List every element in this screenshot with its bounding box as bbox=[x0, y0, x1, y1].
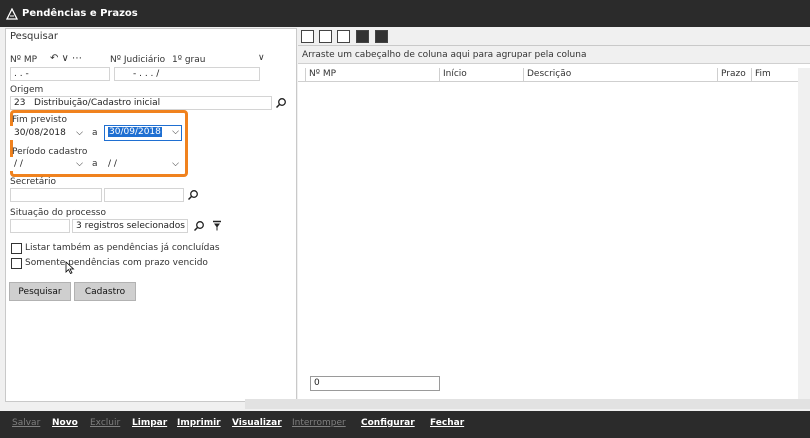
situacao-value[interactable]: 3 registros selecionados bbox=[72, 219, 188, 233]
mouse-cursor-icon bbox=[65, 261, 75, 275]
situacao-search-icon[interactable] bbox=[193, 220, 205, 232]
vertical-scrollbar[interactable] bbox=[798, 68, 810, 400]
results-panel: Arraste um cabeçalho de coluna aqui para… bbox=[298, 28, 810, 400]
origem-label: Origem bbox=[10, 85, 44, 95]
search-section-title: Pesquisar bbox=[10, 31, 58, 42]
grid-toolbar bbox=[298, 28, 810, 46]
fim-previsto-to[interactable]: 30/09/2018 ⌵ bbox=[104, 125, 182, 141]
nmp-tools[interactable]: ↶ ∨ ⋯ bbox=[50, 53, 82, 64]
column-header-prazo[interactable]: Prazo bbox=[718, 68, 752, 81]
cadastro-button[interactable]: Cadastro bbox=[74, 282, 136, 301]
chevron-down-icon[interactable]: ⌵ bbox=[172, 159, 179, 170]
periodo-to-value: / / bbox=[108, 159, 117, 169]
title-bar: Pendências e Prazos bbox=[0, 0, 810, 27]
column-header-inicio[interactable]: Início bbox=[440, 68, 524, 81]
salvar-button[interactable]: Salvar bbox=[12, 418, 40, 428]
main-window: Pendências e Prazos Pesquisar Nº MP ↶ ∨ … bbox=[0, 0, 810, 438]
secretario-code-input[interactable] bbox=[10, 188, 102, 202]
periodo-from-value: / / bbox=[14, 159, 23, 169]
fim-previsto-a: a bbox=[92, 128, 98, 138]
window-title: Pendências e Prazos bbox=[22, 8, 138, 19]
periodo-a: a bbox=[92, 159, 98, 169]
excluir-button[interactable]: Excluir bbox=[90, 418, 120, 428]
nmp-input[interactable]: . . - bbox=[10, 67, 110, 81]
horizontal-scrollbar[interactable] bbox=[245, 399, 810, 409]
grau-chevron-icon[interactable]: ∨ bbox=[258, 53, 265, 63]
imprimir-button[interactable]: Imprimir bbox=[177, 418, 221, 428]
app-icon bbox=[6, 7, 18, 20]
search-panel: Pesquisar Nº MP ↶ ∨ ⋯ . . - Nº Judiciári… bbox=[5, 28, 297, 402]
pesquisar-button[interactable]: Pesquisar bbox=[9, 282, 71, 301]
fim-previsto-label: Fim previsto bbox=[12, 115, 67, 125]
action-toolbar: Salvar Novo Excluir Limpar Imprimir Visu… bbox=[0, 411, 810, 438]
row-indicator-header bbox=[298, 68, 306, 81]
grau-select[interactable]: 1º grau bbox=[172, 55, 205, 65]
chevron-down-icon[interactable]: ⌵ bbox=[76, 159, 83, 170]
header-divider bbox=[298, 81, 810, 82]
visualizar-button[interactable]: Visualizar bbox=[232, 418, 282, 428]
column-header-nmp[interactable]: Nº MP bbox=[306, 68, 440, 81]
origem-value: Distribuição/Cadastro inicial bbox=[34, 98, 161, 108]
clear-filter-icon[interactable] bbox=[212, 220, 222, 232]
limpar-button[interactable]: Limpar bbox=[132, 418, 167, 428]
fim-previsto-from[interactable]: 30/08/2018 ⌵ bbox=[10, 126, 86, 140]
novo-button[interactable]: Novo bbox=[52, 418, 78, 428]
origem-input[interactable]: 23 Distribuição/Cadastro inicial bbox=[10, 96, 272, 110]
group-view-icon[interactable] bbox=[319, 30, 332, 43]
chevron-down-icon[interactable]: ⌵ bbox=[172, 127, 179, 138]
columns-config-icon[interactable] bbox=[375, 30, 388, 43]
secretario-search-icon[interactable] bbox=[187, 189, 199, 201]
periodo-from[interactable]: / / ⌵ bbox=[10, 157, 86, 171]
secretario-name-input[interactable] bbox=[104, 188, 184, 202]
fechar-button[interactable]: Fechar bbox=[430, 418, 464, 428]
periodo-label: Período cadastro bbox=[12, 147, 88, 157]
column-header-fim[interactable]: Fim bbox=[752, 68, 798, 81]
fim-previsto-to-value: 30/09/2018 bbox=[108, 127, 162, 137]
periodo-to[interactable]: / / ⌵ bbox=[104, 157, 182, 171]
situacao-code-input[interactable] bbox=[10, 219, 70, 233]
origem-search-icon[interactable] bbox=[275, 97, 287, 109]
judicial-label: Nº Judiciário bbox=[110, 55, 166, 65]
configurar-button[interactable]: Configurar bbox=[361, 418, 415, 428]
column-header-descricao[interactable]: Descrição bbox=[524, 68, 718, 81]
concluidas-label[interactable]: Listar também as pendências já concluída… bbox=[25, 243, 220, 253]
tree-view-icon[interactable] bbox=[301, 30, 314, 43]
interromper-button[interactable]: Interromper bbox=[292, 418, 346, 428]
table-view-icon[interactable] bbox=[337, 30, 350, 43]
secretario-label: Secretário bbox=[10, 177, 56, 187]
vencido-label[interactable]: Somente pendências com prazo vencido bbox=[25, 258, 208, 268]
group-by-area[interactable]: Arraste um cabeçalho de coluna aqui para… bbox=[298, 46, 810, 64]
concluidas-checkbox[interactable] bbox=[11, 243, 22, 254]
vencido-checkbox[interactable] bbox=[11, 258, 22, 269]
origem-code: 23 bbox=[14, 98, 26, 108]
chevron-down-icon[interactable]: ⌵ bbox=[76, 128, 83, 139]
nmp-label: Nº MP bbox=[10, 55, 38, 65]
situacao-label: Situação do processo bbox=[10, 208, 106, 218]
judicial-input[interactable]: - . . . / bbox=[114, 67, 260, 81]
record-count: 0 bbox=[310, 376, 440, 391]
fim-previsto-from-value: 30/08/2018 bbox=[14, 128, 66, 138]
detail-view-icon[interactable] bbox=[356, 30, 369, 43]
